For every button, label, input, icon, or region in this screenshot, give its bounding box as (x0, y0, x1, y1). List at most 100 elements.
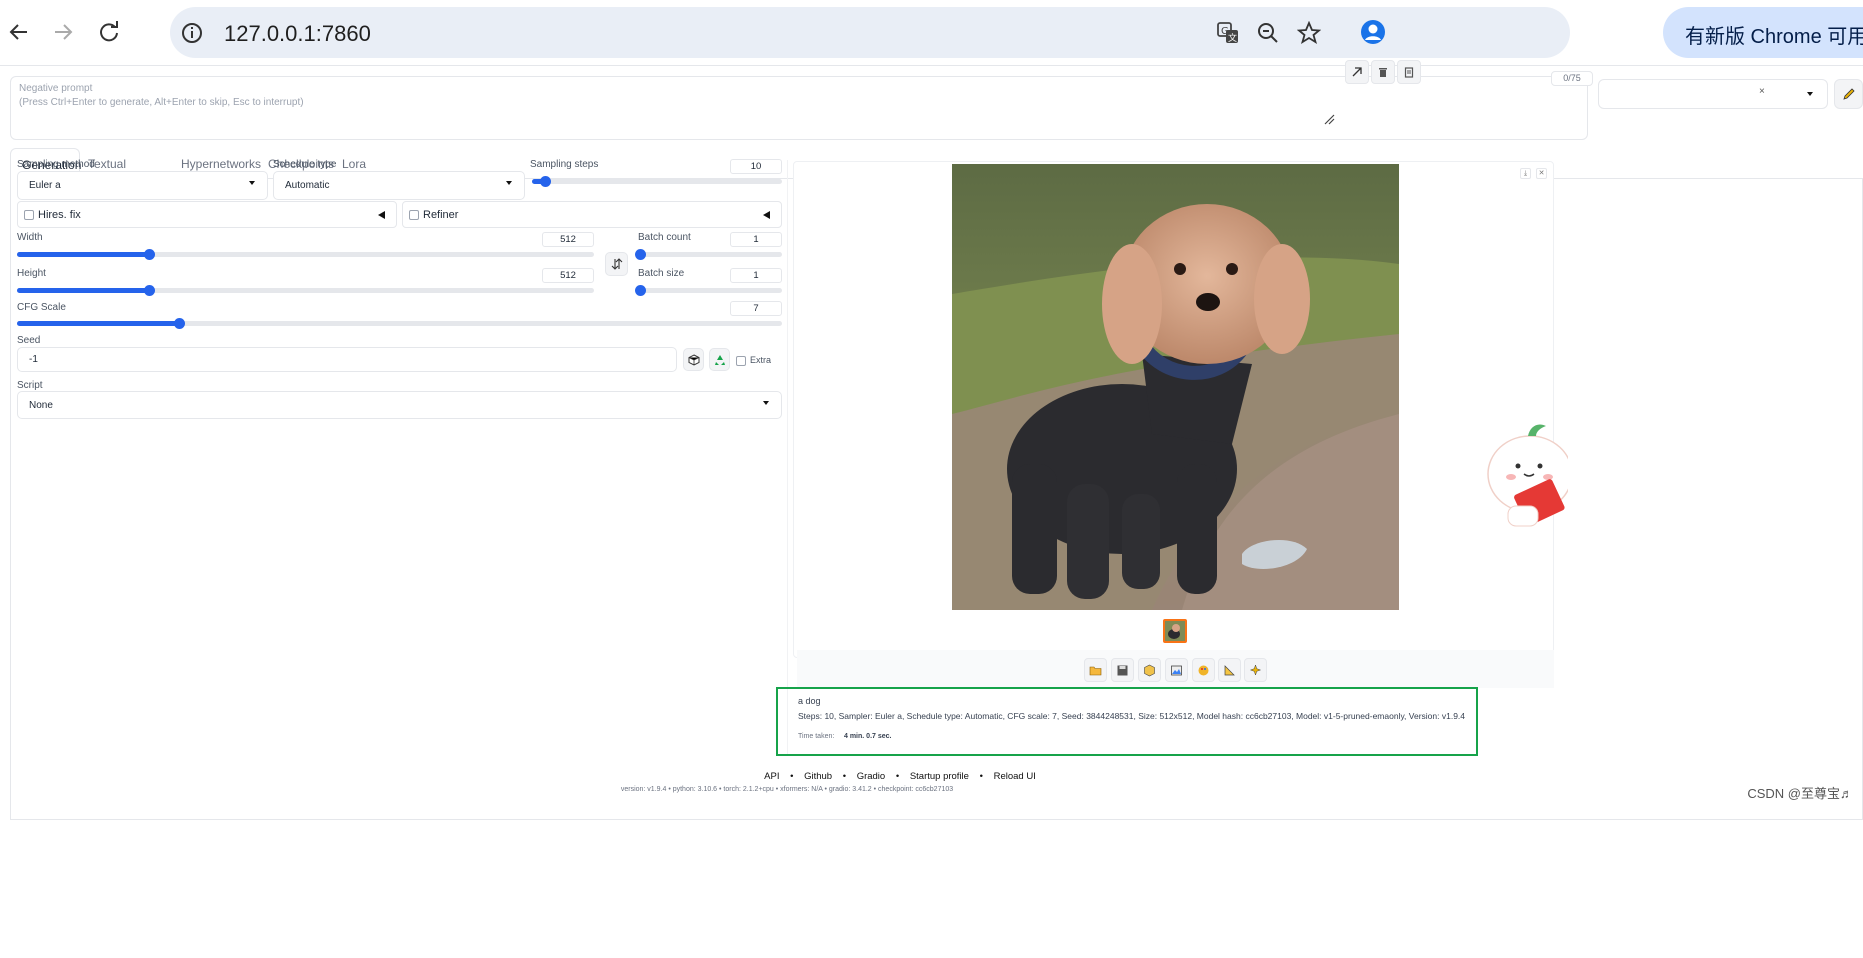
footer-link-api[interactable]: API (764, 771, 779, 782)
resize-handle-icon[interactable] (1323, 113, 1335, 125)
bookmark-star-icon[interactable] (1295, 19, 1323, 47)
refiner-checkbox[interactable] (409, 210, 419, 220)
recycle-icon (714, 354, 725, 365)
zip-button[interactable] (1138, 658, 1161, 682)
reload-button[interactable] (90, 13, 128, 51)
profile-avatar[interactable] (1354, 13, 1392, 51)
folder-icon (1089, 666, 1102, 675)
send-to-inpaint-button[interactable] (1192, 658, 1215, 682)
sampling-method-dropdown[interactable]: Euler a (17, 171, 268, 200)
download-icon[interactable]: ⤓ (1520, 168, 1531, 179)
schedule-type-label: Schedule type (273, 159, 337, 170)
random-seed-button[interactable] (683, 348, 704, 371)
forward-arrow-icon (55, 24, 73, 40)
hires-fix-accordion[interactable]: Hires. fix (17, 201, 397, 228)
chevron-down-icon (1807, 92, 1813, 96)
webui-page: Negative prompt (Press Ctrl+Enter to gen… (0, 60, 1863, 958)
footer-link-github[interactable]: Github (804, 771, 832, 782)
edit-style-button[interactable] (1834, 79, 1863, 109)
footer-link-gradio[interactable]: Gradio (857, 771, 886, 782)
zoom-icon[interactable] (1254, 19, 1282, 47)
slider-knob[interactable] (635, 285, 646, 296)
width-label: Width (17, 232, 43, 243)
forward-button[interactable] (44, 13, 82, 51)
swap-dimensions-button[interactable] (605, 252, 628, 276)
send-to-img2img-button[interactable] (1165, 658, 1188, 682)
profile-icon (1361, 20, 1385, 44)
seed-value: -1 (29, 354, 38, 365)
slider-fill (17, 288, 150, 293)
palette-icon (1198, 665, 1209, 675)
trash-icon (1379, 68, 1387, 77)
swap-arrows-icon (611, 258, 622, 270)
floppy-disk-icon (1117, 665, 1128, 675)
clear-style-icon[interactable]: × (1759, 86, 1765, 97)
height-slider[interactable] (17, 285, 594, 296)
apply-style-button[interactable] (1397, 60, 1421, 84)
negative-prompt-textarea[interactable]: Negative prompt (Press Ctrl+Enter to gen… (10, 71, 1593, 140)
package-icon (1144, 664, 1155, 676)
picture-icon (1171, 665, 1182, 675)
height-label: Height (17, 268, 46, 279)
collapse-triangle-icon[interactable] (763, 211, 770, 219)
footer-link-startup-profile[interactable]: Startup profile (910, 771, 969, 782)
footer-link-reload-ui[interactable]: Reload UI (994, 771, 1036, 782)
mascot-sticker (1478, 414, 1573, 544)
chevron-down-icon (506, 181, 512, 185)
negative-prompt-hint: (Press Ctrl+Enter to generate, Alt+Enter… (19, 97, 304, 108)
csdn-watermark: CSDN @至尊宝♬ (1747, 786, 1853, 801)
back-arrow-icon (9, 24, 27, 40)
cfg-scale-label: CFG Scale (17, 302, 66, 313)
sampling-steps-input[interactable]: 10 (730, 159, 782, 174)
back-button[interactable] (0, 13, 38, 51)
cfg-scale-input[interactable]: 7 (730, 301, 782, 316)
info-prompt: a dog (798, 696, 821, 706)
browser-toolbar: 127.0.0.1:7860 G文 有新版 Chrome 可用 (0, 0, 1863, 66)
footer-separator: • (842, 771, 847, 782)
cfg-scale-slider[interactable] (17, 318, 782, 329)
seed-input[interactable]: -1 (17, 347, 677, 372)
collapse-triangle-icon[interactable] (378, 211, 385, 219)
url-text[interactable]: 127.0.0.1:7860 (224, 21, 371, 47)
reuse-seed-button[interactable] (709, 348, 730, 371)
gallery-thumbnail[interactable] (1163, 619, 1187, 643)
save-button[interactable] (1111, 658, 1134, 682)
generated-image[interactable] (952, 164, 1399, 610)
translate-icon[interactable]: G文 (1214, 19, 1242, 47)
send-to-extras-button[interactable] (1218, 658, 1241, 682)
height-input[interactable]: 512 (542, 268, 594, 283)
script-value: None (29, 400, 53, 411)
width-input[interactable]: 512 (542, 232, 594, 247)
hires-fix-checkbox[interactable] (24, 210, 34, 220)
site-info-icon[interactable] (178, 19, 206, 47)
time-taken-label: Time taken: (798, 733, 835, 740)
thumbnail-image (1165, 621, 1185, 641)
slider-fill (17, 252, 150, 257)
sparkle-icon (1249, 663, 1262, 676)
slider-knob[interactable] (635, 249, 646, 260)
script-dropdown[interactable]: None (17, 391, 782, 419)
sampling-steps-slider[interactable] (532, 176, 782, 187)
extra-seed-checkbox[interactable] (736, 356, 746, 366)
styles-dropdown[interactable]: × (1598, 79, 1828, 109)
refiner-accordion[interactable]: Refiner (402, 201, 782, 228)
chrome-update-button[interactable]: 有新版 Chrome 可用 (1663, 7, 1863, 58)
clear-prompt-button[interactable] (1371, 60, 1395, 84)
batch-count-label: Batch count (638, 232, 691, 243)
footer-separator: • (895, 771, 900, 782)
batch-size-input[interactable]: 1 (730, 268, 782, 283)
batch-count-slider[interactable] (635, 249, 782, 260)
negative-prompt-placeholder: Negative prompt (19, 83, 93, 94)
triangle-ruler-icon (1224, 664, 1235, 675)
time-taken-value: 4 min. 0.7 sec. (844, 733, 892, 740)
read-params-button[interactable] (1345, 60, 1369, 84)
open-folder-button[interactable] (1084, 658, 1107, 682)
width-slider[interactable] (17, 249, 594, 260)
batch-size-slider[interactable] (635, 285, 782, 296)
chevron-down-icon (249, 181, 255, 185)
schedule-type-dropdown[interactable]: Automatic (273, 171, 525, 200)
footer-version-info: version: v1.9.4 • python: 3.10.6 • torch… (620, 786, 954, 793)
close-icon[interactable]: ✕ (1536, 168, 1547, 179)
generate-forever-button[interactable] (1244, 658, 1267, 682)
batch-count-input[interactable]: 1 (730, 232, 782, 247)
